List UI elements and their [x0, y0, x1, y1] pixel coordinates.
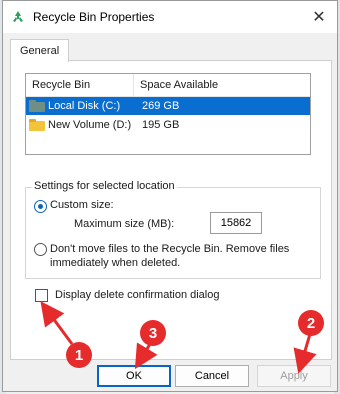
- location-name: New Volume (D:): [48, 119, 132, 131]
- no-recycle-label[interactable]: Don't move files to the Recycle Bin. Rem…: [50, 242, 312, 270]
- apply-button[interactable]: Apply: [257, 365, 331, 387]
- column-header-location[interactable]: Recycle Bin Location: [26, 74, 134, 113]
- delete-confirmation-label[interactable]: Display delete confirmation dialog: [55, 289, 219, 301]
- delete-confirmation-checkbox[interactable]: [35, 289, 48, 302]
- folder-icon: [29, 119, 45, 131]
- recycle-bin-properties-dialog: Recycle Bin Properties ✕ General Recycle…: [2, 0, 338, 392]
- location-name: Local Disk (C:): [48, 100, 121, 112]
- max-size-input[interactable]: [210, 212, 262, 234]
- close-button[interactable]: ✕: [307, 5, 331, 29]
- no-recycle-radio[interactable]: [34, 243, 47, 256]
- title-bar: Recycle Bin Properties ✕: [3, 1, 337, 33]
- list-item-new-volume-d[interactable]: New Volume (D:) 195 GB: [26, 116, 310, 134]
- tab-general[interactable]: General: [10, 39, 70, 62]
- annotation-marker-2: 2: [298, 310, 324, 336]
- column-header-space[interactable]: Space Available: [134, 74, 304, 96]
- max-size-label: Maximum size (MB):: [74, 218, 175, 230]
- recycle-bin-location-list[interactable]: Recycle Bin Location Space Available Loc…: [25, 73, 311, 155]
- settings-group-label: Settings for selected location: [32, 180, 177, 192]
- recycle-bin-icon: [13, 11, 23, 22]
- general-tab-panel: Recycle Bin Location Space Available Loc…: [10, 60, 332, 360]
- close-icon: ✕: [312, 9, 326, 26]
- annotation-marker-1: 1: [66, 342, 92, 368]
- settings-group: Settings for selected location Custom si…: [25, 180, 321, 279]
- list-header: Recycle Bin Location Space Available: [26, 74, 310, 113]
- custom-size-label[interactable]: Custom size:: [50, 199, 114, 211]
- space-available: 195 GB: [142, 119, 180, 131]
- ok-button[interactable]: OK: [97, 365, 171, 387]
- list-item-local-disk-c[interactable]: Local Disk (C:) 269 GB: [26, 97, 310, 115]
- space-available: 269 GB: [142, 100, 180, 112]
- cancel-button[interactable]: Cancel: [175, 365, 249, 387]
- custom-size-radio[interactable]: [34, 200, 47, 213]
- drive-icon: [29, 100, 45, 112]
- window-title: Recycle Bin Properties: [33, 10, 155, 24]
- annotation-marker-3: 3: [140, 320, 166, 346]
